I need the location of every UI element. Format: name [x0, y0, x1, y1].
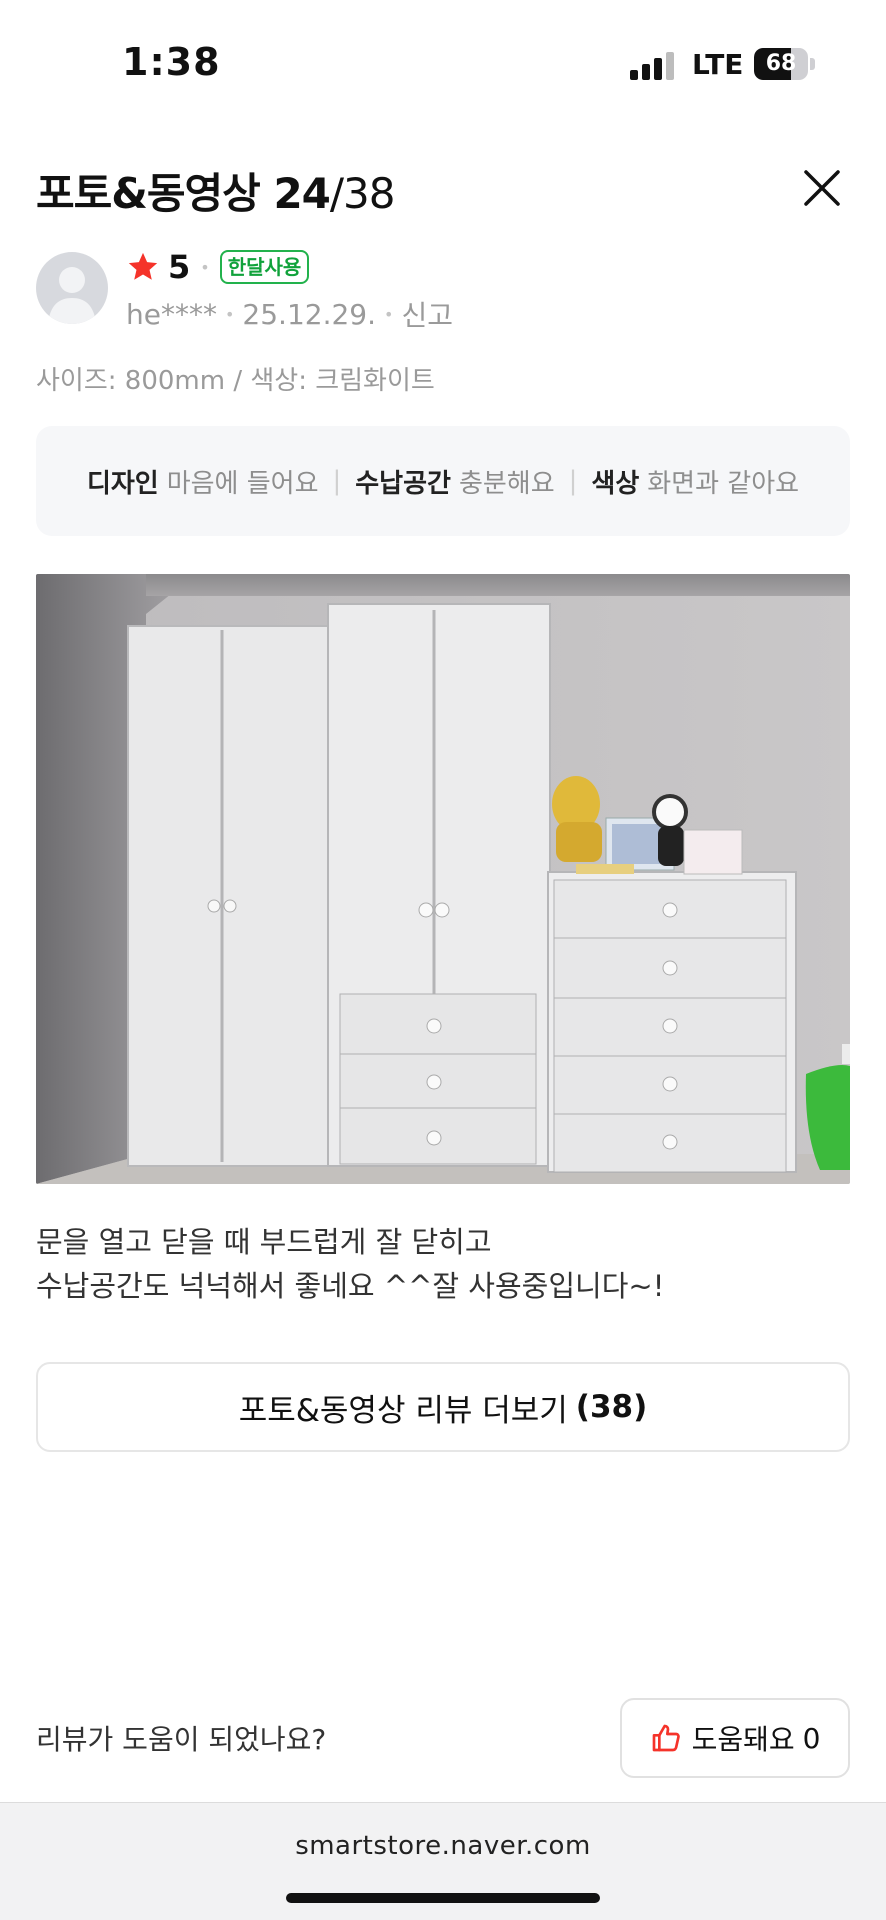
attribute-divider: | [568, 466, 578, 496]
separator-dot: • [224, 304, 235, 324]
rating-row: 5 • 한달사용 [126, 246, 310, 288]
review-meta: he**** • 25.12.29. • 신고 [126, 294, 453, 334]
avatar [36, 252, 108, 324]
star-icon [128, 252, 158, 280]
page-title: 포토&동영상 24/38 [36, 160, 395, 221]
separator-dot: • [384, 304, 394, 324]
network-label: LTE [692, 48, 744, 81]
browser-address-bar[interactable]: smartstore.naver.com [0, 1802, 886, 1920]
usage-badge: 한달사용 [219, 250, 310, 284]
title-prefix: 포토&동영상 [36, 169, 261, 218]
review-photo[interactable] [36, 574, 850, 1184]
more-button-label: 포토&동영상 리뷰 더보기 [238, 1392, 568, 1429]
review-text: 문을 열고 닫을 때 부드럽게 잘 닫히고 수납공간도 넉넉해서 좋네요 ^^잘… [36, 1220, 664, 1308]
review-date: 25.12.29. [242, 297, 377, 331]
user-avatar-icon [48, 267, 96, 324]
more-photo-reviews-button[interactable]: 포토&동영상 리뷰 더보기 (38) [36, 1362, 850, 1452]
helpful-question: 리뷰가 도움이 되었나요? [36, 1723, 327, 1756]
attribute-key: 색상 [591, 468, 640, 499]
helpful-label: 도움돼요 [691, 1723, 795, 1756]
product-options: 사이즈: 800mm / 색상: 크림화이트 [36, 366, 435, 396]
title-total-count: /38 [329, 169, 396, 218]
status-time: 1:38 [122, 40, 221, 84]
signal-icon [630, 52, 674, 80]
battery-icon: 68 [754, 48, 808, 80]
attribute-divider: | [332, 466, 342, 496]
battery-level: 68 [765, 51, 797, 76]
reviewer-id: he**** [126, 297, 217, 331]
review-text-line: 문을 열고 닫을 때 부드럽게 잘 닫히고 [36, 1225, 492, 1259]
thumbs-up-icon [652, 1724, 680, 1752]
attribute-key: 수납공간 [355, 468, 451, 499]
rating-value: 5 [168, 248, 191, 286]
attribute-value: 마음에 들어요 [166, 468, 319, 499]
close-button[interactable] [794, 160, 850, 216]
battery-tip [810, 58, 815, 70]
home-indicator[interactable] [286, 1893, 600, 1903]
report-link[interactable]: 신고 [401, 294, 453, 334]
review-text-line: 수납공간도 넉넉해서 좋네요 ^^잘 사용중입니다~! [36, 1269, 665, 1303]
close-icon [804, 170, 840, 206]
more-button-count: (38) [575, 1389, 648, 1425]
attribute-key: 디자인 [86, 468, 159, 499]
separator-dot: • [200, 257, 210, 277]
helpful-button[interactable]: 도움돼요 0 [620, 1698, 850, 1778]
wardrobe-photo-illustration [36, 574, 850, 1184]
url-text: smartstore.naver.com [295, 1831, 591, 1861]
status-bar: 1:38 LTE 68 [0, 0, 886, 120]
title-current-index: 24 [273, 169, 330, 218]
helpful-count: 0 [802, 1721, 821, 1755]
review-attributes: 디자인 마음에 들어요 | 수납공간 충분해요 | 색상 화면과 같아요 [36, 426, 850, 536]
attribute-value: 충분해요 [458, 468, 555, 499]
attribute-value: 화면과 같아요 [647, 468, 800, 499]
